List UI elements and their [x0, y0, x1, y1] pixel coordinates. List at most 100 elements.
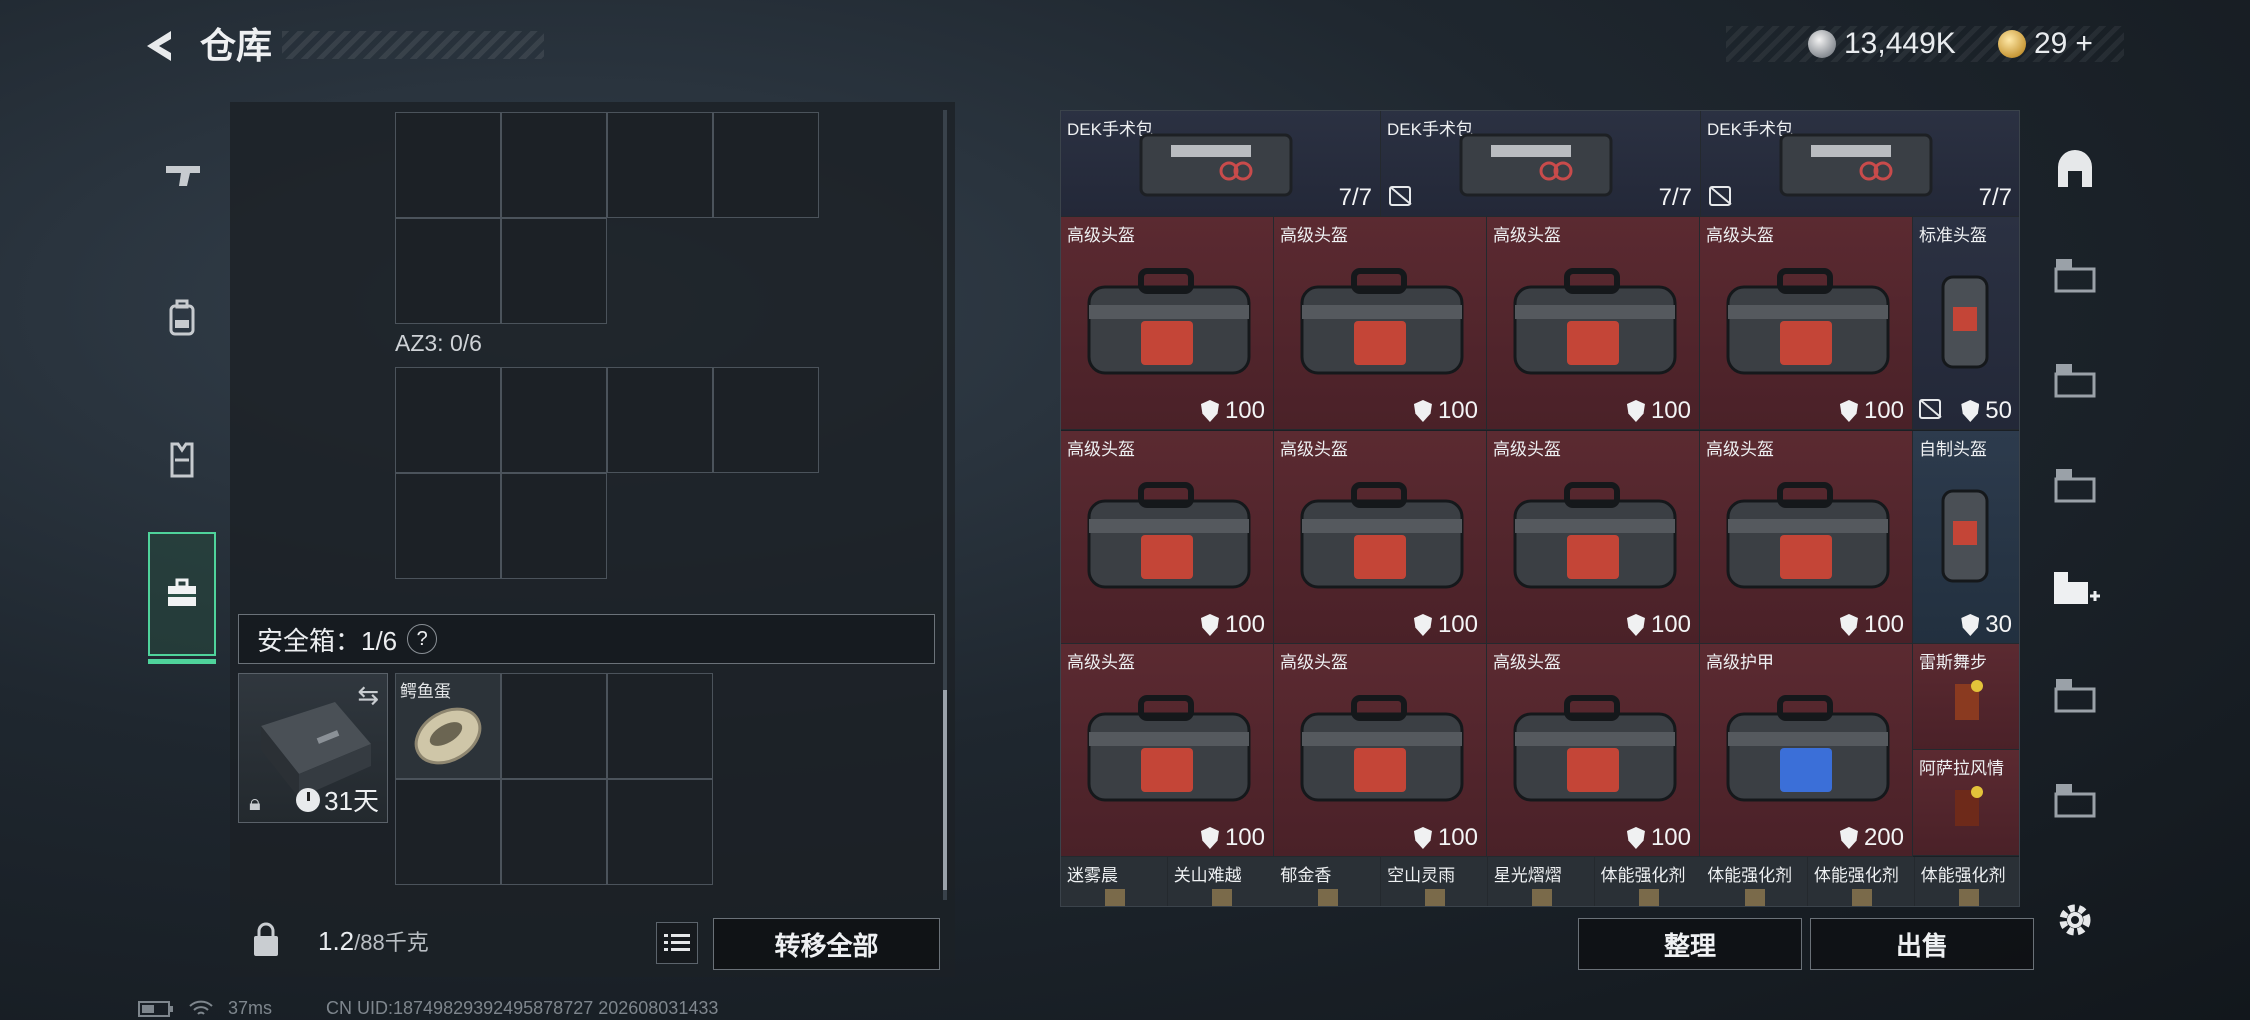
cocktail-image — [1955, 786, 1983, 826]
sell-button[interactable]: 出售 — [1810, 918, 2034, 970]
safe-box-slot[interactable]: ⇆ 🔒︎ 31天 — [238, 673, 388, 823]
grid-cell[interactable] — [501, 218, 607, 324]
inventory-item-helmet[interactable]: 高级头盔 100 — [1061, 431, 1274, 644]
grid-cell[interactable] — [395, 218, 501, 324]
tab-all[interactable] — [2040, 130, 2110, 210]
storage-page-icon — [2054, 259, 2096, 293]
swap-icon[interactable]: ⇆ — [357, 680, 379, 711]
grid-cell[interactable] — [501, 779, 607, 885]
inventory-item-first-aid-kit[interactable]: DEK手术包 7/7 — [1701, 111, 2019, 217]
silver-coin-icon — [1808, 30, 1836, 58]
inventory-item-consumable[interactable]: 体能强化剂 — [1701, 857, 1809, 906]
grid-cell[interactable] — [607, 112, 713, 218]
tab-weapons[interactable] — [138, 106, 226, 246]
inventory-item-first-aid-kit[interactable]: DEK手术包 7/7 — [1381, 111, 1701, 217]
list-view-button[interactable] — [656, 922, 698, 964]
inventory-item-helmet[interactable]: 高级头盔 100 — [1274, 644, 1487, 857]
item-name: 迷雾晨 — [1067, 866, 1118, 885]
inventory-item-drink[interactable]: 雷斯舞步 — [1913, 644, 2019, 750]
tab-vest[interactable] — [138, 390, 226, 530]
item-name: 高级头盔 — [1280, 440, 1348, 459]
grid-cell[interactable] — [607, 779, 713, 885]
inventory-item-drink[interactable]: 阿萨拉风情 — [1913, 750, 2019, 856]
tab-page-1[interactable] — [2040, 235, 2110, 315]
inventory-item-helmet[interactable]: 高级头盔 100 — [1700, 217, 1913, 430]
inventory-item-helmet[interactable]: 高级头盔 100 — [1700, 431, 1913, 644]
shield-icon — [1413, 400, 1432, 422]
grid-cell[interactable] — [395, 779, 501, 885]
inventory-item-helmet[interactable]: 自制头盔 30 — [1913, 431, 2019, 644]
grid-cell[interactable] — [501, 673, 607, 779]
item-name: 体能强化剂 — [1707, 866, 1793, 885]
grid-cell[interactable] — [607, 673, 713, 779]
weight-unit: /88千克 — [354, 930, 429, 955]
grid-cell[interactable] — [501, 473, 607, 579]
item-name: 高级头盔 — [1493, 653, 1561, 672]
battery-icon — [138, 1000, 173, 1017]
inventory-item-consumable[interactable]: 体能强化剂 — [1594, 857, 1702, 906]
transfer-all-button[interactable]: 转移全部 — [713, 918, 940, 970]
tab-page-3[interactable] — [2040, 445, 2110, 525]
inventory-item-consumable[interactable]: 体能强化剂 — [1914, 857, 2019, 906]
inventory-item-helmet[interactable]: 高级头盔 100 — [1274, 217, 1487, 430]
uid-text: CN UID:18749829392495878727 202608031433 — [326, 998, 719, 1018]
consumable-image — [1105, 889, 1125, 906]
grid-cell[interactable] — [395, 367, 501, 473]
sort-button[interactable]: 整理 — [1578, 918, 1802, 970]
gold-balance[interactable]: 29 + — [1998, 26, 2093, 62]
silver-balance[interactable]: 13,449K — [1808, 26, 1956, 62]
grid-cell[interactable] — [501, 112, 607, 218]
inventory-item-consumable[interactable]: 关山难越 — [1167, 857, 1275, 906]
safe-item-croc-egg[interactable]: 鳄鱼蛋 — [395, 673, 501, 779]
scrollbar-thumb[interactable] — [943, 690, 947, 890]
durability-value: 100 — [1437, 611, 1478, 638]
settings-button[interactable] — [2040, 880, 2110, 960]
inventory-item-consumable[interactable]: 空山灵雨 — [1381, 857, 1489, 906]
inventory-item-consumable[interactable]: 星光熠熠 — [1487, 857, 1595, 906]
inventory-item-helmet[interactable]: 高级头盔 100 — [1487, 217, 1700, 430]
grid-cell[interactable] — [713, 367, 819, 473]
grid-cell[interactable] — [713, 112, 819, 218]
back-button[interactable] — [136, 22, 184, 70]
consumable-image — [1851, 889, 1872, 906]
inventory-item-helmet[interactable]: 高级头盔 100 — [1487, 644, 1700, 857]
item-name: 星光熠熠 — [1493, 866, 1562, 885]
durability: 100 — [1626, 611, 1691, 639]
inventory-item-consumable[interactable]: 迷雾晨 — [1061, 857, 1168, 906]
help-icon[interactable]: ? — [407, 624, 438, 654]
tab-page-4[interactable] — [2040, 655, 2110, 735]
tab-safe-box[interactable] — [148, 532, 216, 664]
item-name: 空山灵雨 — [1387, 866, 1456, 885]
bag-item-image — [1726, 695, 1890, 802]
durability-value: 100 — [1224, 397, 1265, 424]
inventory-item-helmet[interactable]: 标准头盔 50 — [1913, 217, 2019, 430]
container-grid-top — [395, 112, 819, 324]
durability: 100 — [1200, 824, 1265, 852]
inventory-item-first-aid-kit[interactable]: DEK手术包 7/7 — [1061, 111, 1381, 217]
grid-cell[interactable] — [607, 367, 713, 473]
tab-page-5[interactable] — [2040, 760, 2110, 840]
inventory-item-helmet[interactable]: 高级头盔 100 — [1061, 644, 1274, 857]
inventory-item-helmet[interactable]: 高级头盔 100 — [1061, 217, 1274, 430]
shield-icon — [1626, 400, 1645, 422]
inventory-item-helmet[interactable]: 高级头盔 100 — [1487, 431, 1700, 644]
inventory-item-armor[interactable]: 高级护甲 200 — [1700, 644, 1913, 857]
storage-page-icon — [2054, 469, 2096, 503]
tab-backpack[interactable] — [138, 248, 226, 388]
storage-page-icon — [2054, 364, 2096, 398]
weight-lock[interactable] — [238, 905, 293, 975]
shield-icon — [1626, 827, 1645, 849]
add-gold-button[interactable]: + — [2075, 27, 2093, 61]
inventory-item-consumable[interactable]: 体能强化剂 — [1807, 857, 1915, 906]
inventory-item-helmet[interactable]: 高级头盔 100 — [1274, 431, 1487, 644]
grid-gap — [607, 473, 713, 579]
tab-add-page[interactable] — [2040, 550, 2110, 630]
grid-cell[interactable] — [501, 367, 607, 473]
tab-page-2[interactable] — [2040, 340, 2110, 420]
durability-value: 30 — [1985, 611, 2012, 638]
inventory-item-consumable[interactable]: 郁金香 — [1274, 857, 1382, 906]
durability: 100 — [1839, 397, 1904, 425]
grid-cell[interactable] — [395, 112, 501, 218]
grid-cell[interactable] — [395, 473, 501, 579]
consumable-image — [1318, 889, 1339, 906]
